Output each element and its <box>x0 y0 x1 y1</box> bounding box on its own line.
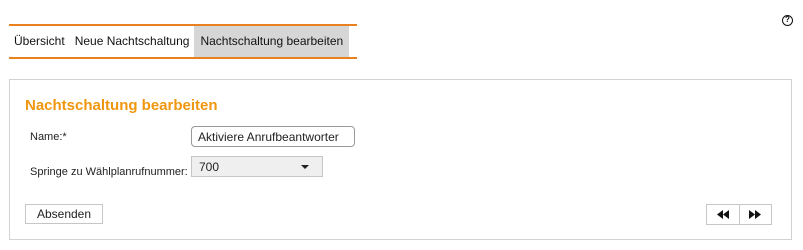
next-button[interactable] <box>738 205 772 224</box>
name-label: Name:* <box>30 131 67 143</box>
page: Übersicht Neue Nachtschaltung Nachtschal… <box>0 0 803 250</box>
pager <box>706 204 772 225</box>
tab-bar: Übersicht Neue Nachtschaltung Nachtschal… <box>9 24 357 59</box>
name-input[interactable] <box>191 126 355 147</box>
help-icon[interactable]: ? <box>782 15 793 26</box>
tab-nachtschaltung-bearbeiten[interactable]: Nachtschaltung bearbeiten <box>194 26 350 57</box>
jump-label: Springe zu Wählplanrufnummer: <box>30 166 188 178</box>
panel-title: Nachtschaltung bearbeiten <box>25 97 218 114</box>
chevron-down-icon <box>301 165 309 169</box>
previous-button[interactable] <box>707 205 739 224</box>
rewind-icon <box>716 210 729 219</box>
edit-panel: Nachtschaltung bearbeiten Name:* Springe… <box>9 79 792 240</box>
tab-neue-nachtschaltung[interactable]: Neue Nachtschaltung <box>70 26 195 57</box>
fast-forward-icon <box>749 210 762 219</box>
tab-uebersicht[interactable]: Übersicht <box>9 26 70 57</box>
submit-button[interactable]: Absenden <box>25 204 103 224</box>
jump-select-value: 700 <box>199 160 220 174</box>
jump-select[interactable]: 700 <box>191 156 323 177</box>
